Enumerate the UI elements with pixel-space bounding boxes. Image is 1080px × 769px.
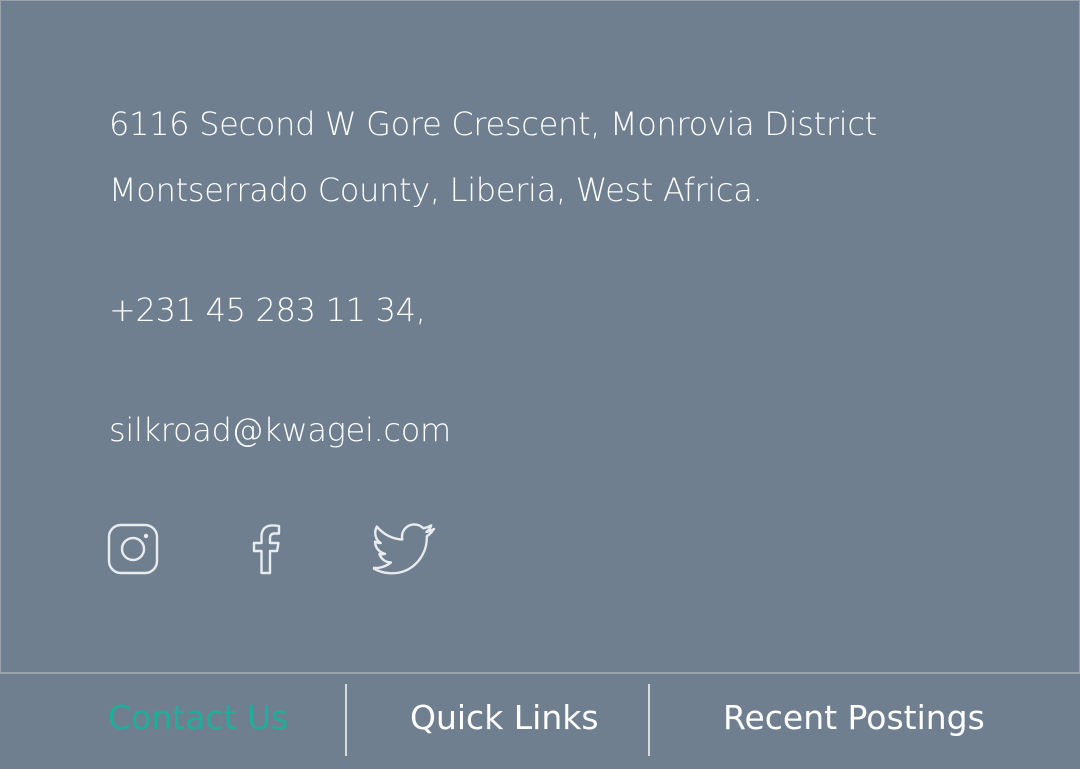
contact-panel: 6116 Second W Gore Crescent, Monrovia Di… [0,0,1080,673]
address-line-2: Montserrado County, Liberia, West Africa… [109,171,763,209]
footer-tab-bar: Contact Us Quick Links Recent Postings [0,673,1080,769]
tab-quick-links[interactable]: Quick Links [410,698,599,737]
twitter-icon[interactable] [371,521,439,577]
tab-contact-us[interactable]: Contact Us [108,698,288,737]
facebook-icon[interactable] [241,521,291,577]
tab-divider [648,684,650,756]
instagram-icon[interactable] [105,521,161,577]
tab-divider [345,684,347,756]
phone-number: +231 45 283 11 34, [109,291,426,329]
address-line-1: 6116 Second W Gore Crescent, Monrovia Di… [109,105,877,143]
email-address: silkroad@kwagei.com [109,411,451,449]
tab-recent-postings[interactable]: Recent Postings [723,698,985,737]
